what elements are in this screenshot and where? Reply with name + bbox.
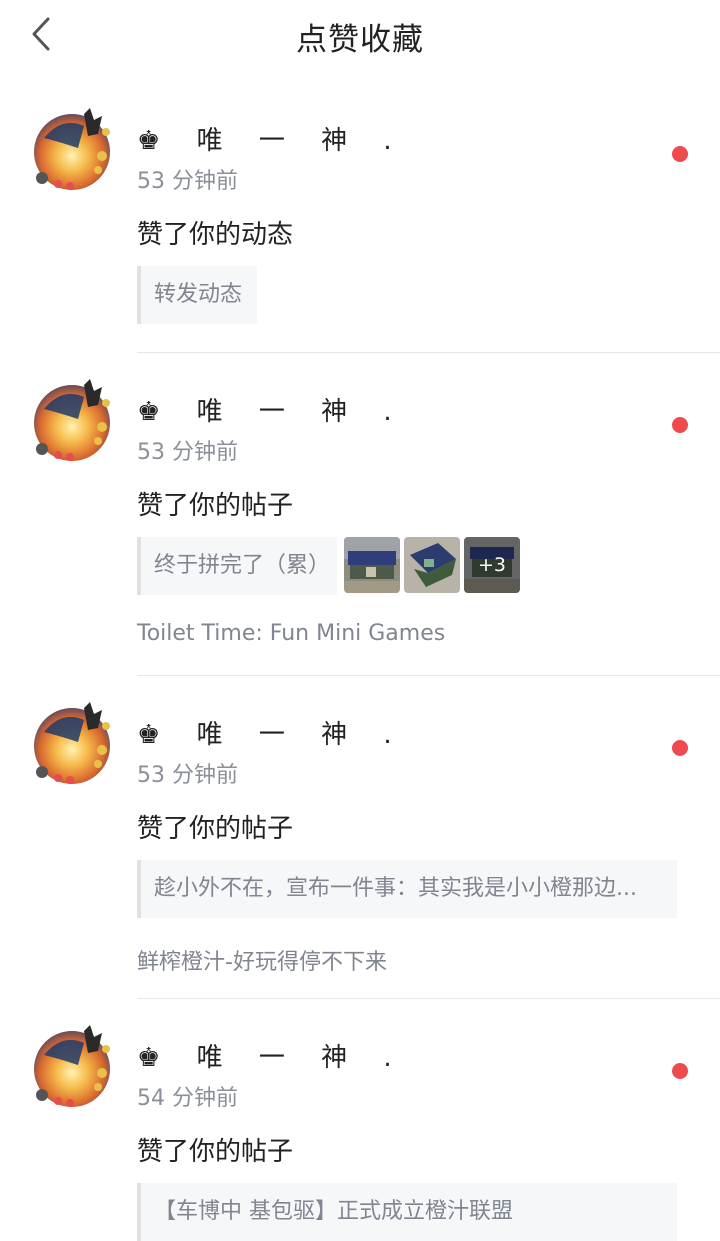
quoted-content[interactable]: 【车博中 基包驱】正式成立橙汁联盟 <box>137 1183 677 1241</box>
user-name[interactable]: ♚ 唯 一 神 . <box>137 120 406 157</box>
unread-dot <box>672 1063 688 1079</box>
quoted-content[interactable]: 终于拼完了（累） <box>137 537 337 595</box>
divider <box>137 675 720 676</box>
user-name[interactable]: ♚ 唯 一 神 . <box>137 1037 406 1074</box>
thumbnail-image[interactable] <box>404 537 460 593</box>
timestamp: 54 分钟前 <box>137 1086 238 1111</box>
avatar[interactable] <box>32 1025 116 1109</box>
source-game[interactable]: 鲜榨橙汁-好玩得停不下来 <box>137 944 387 976</box>
quoted-content[interactable]: 转发动态 <box>137 266 257 324</box>
timestamp: 53 分钟前 <box>137 169 238 194</box>
avatar[interactable] <box>32 379 116 463</box>
unread-dot <box>672 740 688 756</box>
timestamp: 53 分钟前 <box>137 763 238 788</box>
user-name[interactable]: ♚ 唯 一 神 . <box>137 714 406 751</box>
quoted-content[interactable]: 趁小外不在，宣布一件事：其实我是小小橙那边... <box>137 860 677 918</box>
page-title: 点赞收藏 <box>296 22 424 58</box>
divider <box>137 998 720 999</box>
thumbnail-image[interactable] <box>344 537 400 593</box>
top-bar: 点赞收藏 <box>0 0 720 70</box>
unread-dot <box>672 417 688 433</box>
action-text: 赞了你的动态 <box>137 220 294 250</box>
more-images-count: +3 <box>464 537 520 593</box>
action-text: 赞了你的帖子 <box>137 814 294 844</box>
divider <box>137 352 720 353</box>
thumbnail-image[interactable]: +3 <box>464 537 520 593</box>
avatar[interactable] <box>32 702 116 786</box>
timestamp: 53 分钟前 <box>137 440 238 465</box>
action-text: 赞了你的帖子 <box>137 1137 294 1167</box>
user-name[interactable]: ♚ 唯 一 神 . <box>137 391 406 428</box>
action-text: 赞了你的帖子 <box>137 491 294 521</box>
source-game[interactable]: Toilet Time: Fun Mini Games <box>137 621 445 646</box>
avatar[interactable] <box>32 108 116 192</box>
unread-dot <box>672 146 688 162</box>
